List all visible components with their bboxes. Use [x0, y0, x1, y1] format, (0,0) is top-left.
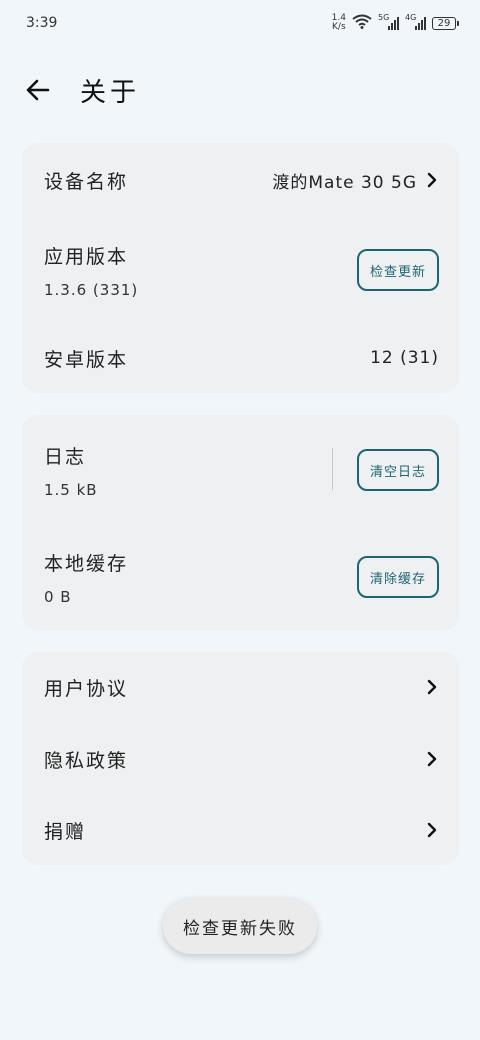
app-version-label: 应用版本	[44, 245, 129, 268]
clear-log-button[interactable]: 清空日志	[357, 449, 439, 491]
chevron-right-icon	[427, 822, 437, 838]
user-agreement-row[interactable]: 用户协议	[44, 672, 439, 702]
log-row: 日志 1.5 kB 清空日志	[44, 435, 439, 505]
app-version-row: 应用版本 1.3.6 (331) 检查更新	[44, 235, 439, 305]
network-speed: 1.4 K/s	[332, 14, 346, 32]
cache-size: 0 B	[44, 587, 72, 606]
device-name-value-group: 渡的Mate 30 5G	[272, 168, 439, 193]
signal-4g-icon: 4G	[405, 13, 426, 30]
battery-icon: 29	[432, 16, 459, 30]
privacy-policy-row[interactable]: 隐私政策	[44, 744, 439, 774]
app-header: 关于	[24, 70, 140, 110]
donate-label: 捐赠	[44, 820, 87, 843]
chevron-right-icon	[427, 751, 437, 767]
device-name-value: 渡的Mate 30 5G	[272, 172, 417, 193]
signal-5g-icon: 5G	[378, 13, 399, 30]
status-icons: 1.4 K/s 5G 4G 29	[332, 13, 459, 33]
back-button[interactable]	[24, 76, 52, 104]
storage-card: 日志 1.5 kB 清空日志 本地缓存 0 B 清除缓存	[22, 415, 459, 630]
android-version-row: 安卓版本 12 (31)	[44, 343, 439, 373]
log-label: 日志	[44, 445, 87, 468]
network-speed-unit: K/s	[332, 22, 346, 32]
chevron-right-icon	[427, 172, 437, 188]
user-agreement-label: 用户协议	[44, 677, 129, 700]
arrow-left-icon	[26, 79, 50, 101]
chevron-right-icon	[427, 679, 437, 695]
android-version-value: 12 (31)	[370, 348, 439, 368]
about-page: 3:39 1.4 K/s 5G 4G 29 关于 设备名称 渡的Mate 30 …	[0, 0, 480, 1040]
links-card: 用户协议 隐私政策 捐赠	[22, 652, 459, 865]
cache-row: 本地缓存 0 B 清除缓存	[44, 542, 439, 612]
page-title: 关于	[80, 77, 141, 108]
status-bar: 3:39 1.4 K/s 5G 4G 29	[0, 0, 480, 46]
privacy-policy-label: 隐私政策	[44, 749, 129, 772]
check-update-button[interactable]: 检查更新	[357, 249, 439, 291]
toast-message: 检查更新失败	[163, 898, 317, 954]
app-version-text: 应用版本 1.3.6 (331)	[44, 242, 138, 299]
cache-label: 本地缓存	[44, 552, 129, 575]
device-info-card: 设备名称 渡的Mate 30 5G 应用版本 1.3.6 (331) 检查更新 …	[22, 143, 459, 393]
signal-4g-label: 4G	[405, 13, 417, 22]
device-name-label: 设备名称	[44, 170, 129, 193]
log-text: 日志 1.5 kB	[44, 442, 98, 499]
app-version-value: 1.3.6 (331)	[44, 280, 139, 299]
donate-row[interactable]: 捐赠	[44, 815, 439, 845]
cache-text: 本地缓存 0 B	[44, 549, 128, 606]
divider	[332, 448, 333, 490]
android-version-label: 安卓版本	[44, 348, 129, 371]
clear-cache-button[interactable]: 清除缓存	[357, 556, 439, 598]
status-time: 3:39	[26, 15, 58, 31]
device-name-row[interactable]: 设备名称 渡的Mate 30 5G	[44, 165, 439, 195]
battery-level: 29	[437, 17, 451, 29]
signal-5g-label: 5G	[378, 13, 390, 22]
wifi-icon	[352, 14, 372, 33]
log-size: 1.5 kB	[44, 480, 98, 499]
